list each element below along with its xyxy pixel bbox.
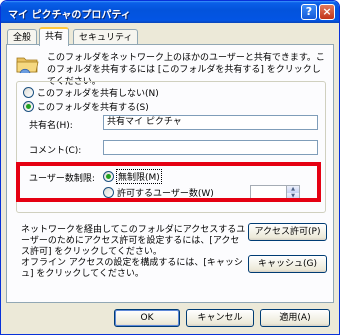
share-option[interactable]: このフォルダを共有する(S) (23, 100, 149, 113)
tab-security[interactable]: セキュリティ (73, 29, 139, 44)
close-button[interactable]: × (319, 4, 335, 20)
sharing-panel: このフォルダをネットワーク上のほかのユーザーと共有できます。このフォルダを共有す… (6, 44, 334, 303)
share-radio[interactable] (23, 101, 34, 112)
tab-general[interactable]: 全般 (7, 29, 38, 44)
share-name-label: 共有名(H): (29, 121, 73, 131)
permissions-button[interactable]: アクセス許可(P) (248, 223, 327, 241)
unlimited-option[interactable]: 無制限(M) (103, 169, 162, 184)
caching-description: オフライン アクセスの設定を構成するには、[キャッシュ] をクリックしてください… (21, 258, 243, 279)
no-share-radio[interactable] (23, 87, 34, 98)
unlimited-label: 無制限(M) (116, 169, 162, 184)
help-button[interactable]: ? (301, 4, 317, 20)
allowed-users-option[interactable]: 許可するユーザー数(W) (103, 186, 214, 199)
tab-sharing[interactable]: 共有 (39, 27, 70, 46)
allowed-users-radio[interactable] (103, 187, 114, 198)
cancel-button[interactable]: キャンセル (186, 309, 254, 327)
allowed-users-label: 許可するユーザー数(W) (117, 189, 214, 199)
properties-dialog: マイ ピクチャのプロパティ ? × 全般 共有 セキュリティ このフォルダをネッ… (0, 0, 340, 335)
no-share-option[interactable]: このフォルダを共有しない(N) (23, 86, 159, 99)
allowed-users-spinner[interactable]: ▲ ▼ (250, 185, 300, 200)
no-share-label: このフォルダを共有しない(N) (37, 89, 159, 99)
ok-button[interactable]: OK (114, 309, 180, 327)
permissions-description: ネットワークを経由してこのフォルダにアクセスするユーザーのためにアクセス許可を設… (21, 225, 246, 257)
share-label: このフォルダを共有する(S) (37, 103, 149, 113)
spin-down-icon[interactable]: ▼ (286, 193, 299, 200)
share-name-field[interactable]: 共有マイ ピクチャ (103, 115, 318, 130)
comment-field[interactable] (103, 140, 318, 155)
apply-button[interactable]: 適用(A) (260, 309, 330, 327)
window-title: マイ ピクチャのプロパティ (8, 10, 131, 21)
user-limit-label: ユーザー数制限: (29, 174, 95, 184)
title-bar[interactable]: マイ ピクチャのプロパティ ? × (1, 1, 339, 23)
unlimited-radio[interactable] (103, 171, 114, 182)
comment-label: コメント(C): (29, 146, 82, 156)
caching-button[interactable]: キャッシュ(G) (248, 255, 327, 273)
spin-up-icon[interactable]: ▲ (286, 186, 299, 193)
shared-folder-icon (16, 57, 39, 74)
